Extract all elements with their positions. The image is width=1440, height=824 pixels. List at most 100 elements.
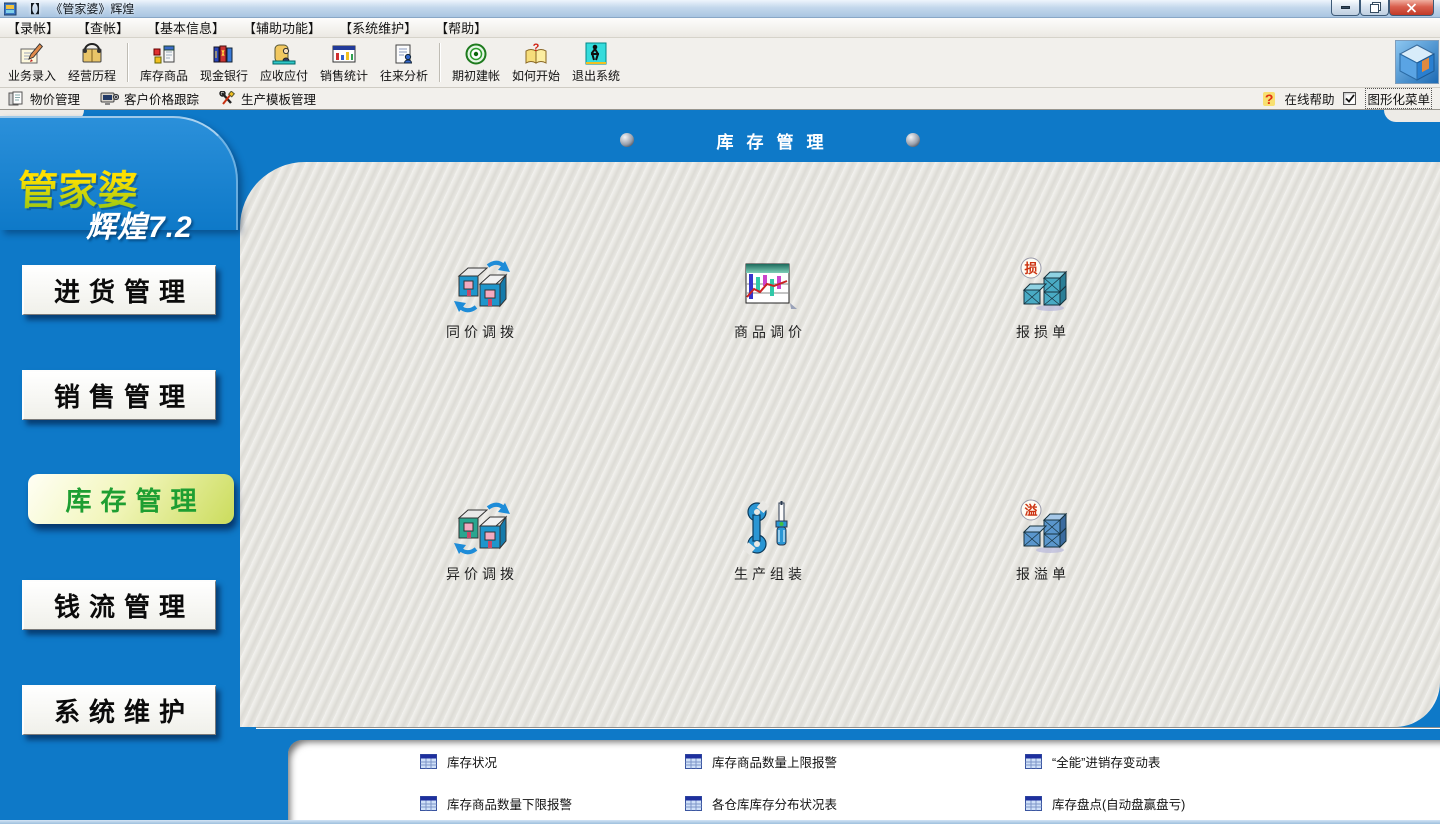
toolbar-how-to-start[interactable]: ? 如何开始 xyxy=(506,39,566,86)
receivable-payable-icon xyxy=(271,42,297,66)
link-warehouse-distribution[interactable]: 各仓库库存分布状况表 xyxy=(685,794,1025,813)
tile-diff-price-transfer[interactable]: 异价调拨 xyxy=(407,499,557,584)
menu-item-sysmaint[interactable]: 【系统维护】 xyxy=(337,17,419,38)
toolbar-exit-system[interactable]: 退出系统 xyxy=(566,39,626,86)
menu-item-query[interactable]: 【查帐】 xyxy=(75,17,131,38)
titlebar: 【】 《管家婆》辉煌 xyxy=(0,0,1440,18)
corner-decoration xyxy=(1384,110,1440,122)
sidebar-item-label: 进货管理 xyxy=(54,272,194,309)
toolbar-button-label: 库存商品 xyxy=(140,67,188,84)
svg-text:损: 损 xyxy=(1024,261,1037,276)
link-label: 库存盘点(自动盘赢盘亏) xyxy=(1052,794,1185,813)
tile-overflow-report[interactable]: 溢 报溢单 xyxy=(968,499,1118,584)
link-lower-limit-alert[interactable]: 库存商品数量下限报警 xyxy=(420,794,685,813)
menubar: 【录帐】 【查帐】 【基本信息】 【辅助功能】 【系统维护】 【帮助】 xyxy=(0,18,1440,38)
diff-price-transfer-icon xyxy=(453,499,511,557)
subtoolbar-price-management[interactable]: 物价管理 xyxy=(8,89,80,108)
ledger-book-icon xyxy=(79,42,105,66)
tile-same-price-transfer[interactable]: 同价调拨 xyxy=(407,257,557,342)
tile-assembly[interactable]: 生产组装 xyxy=(695,499,845,584)
report-links: 库存状况 库存商品数量上限报警 “全能”进销存变动表 库存商品数量下限报警 各仓… xyxy=(288,740,1440,813)
sales-chart-icon xyxy=(331,42,357,66)
toolbar-business-history[interactable]: 经营历程 xyxy=(62,39,122,86)
same-price-transfer-icon xyxy=(453,257,511,315)
menu-item-aux[interactable]: 【辅助功能】 xyxy=(241,17,323,38)
toolbar-stock-goods[interactable]: 库存商品 xyxy=(134,39,194,86)
restore-button[interactable] xyxy=(1360,0,1389,16)
graphic-menu-label[interactable]: 图形化菜单 xyxy=(1365,88,1432,109)
menu-item-help[interactable]: 【帮助】 xyxy=(433,17,489,38)
sidebar-item-inventory[interactable]: 库存管理 xyxy=(28,474,234,524)
sidebar-item-sales[interactable]: 销售管理 xyxy=(22,370,216,420)
toolbar-cash-bank[interactable]: 现金银行 xyxy=(194,39,254,86)
tile-label: 报溢单 xyxy=(968,564,1118,584)
tile-loss-report[interactable]: 损 报损单 xyxy=(968,257,1118,342)
link-label: 库存商品数量上限报警 xyxy=(712,752,837,771)
table-icon xyxy=(1025,796,1042,811)
tile-label: 报损单 xyxy=(968,322,1118,342)
brand-cube-logo xyxy=(1395,40,1439,84)
svg-text:溢: 溢 xyxy=(1024,503,1037,518)
initial-account-icon xyxy=(463,42,489,66)
window-controls xyxy=(1331,0,1434,16)
toolbar-button-label: 经营历程 xyxy=(68,67,116,84)
toolbar-sales-stats[interactable]: 销售统计 xyxy=(314,39,374,86)
goods-reprice-icon xyxy=(741,257,799,315)
tile-label: 异价调拨 xyxy=(407,564,557,584)
toolbar-contacts-analysis[interactable]: 往来分析 xyxy=(374,39,434,86)
sidebar-item-purchase[interactable]: 进货管理 xyxy=(22,265,216,315)
subtoolbar-item-label: 生产模板管理 xyxy=(241,89,316,108)
toolbar-button-label: 如何开始 xyxy=(512,67,560,84)
customer-price-icon xyxy=(100,91,119,107)
minimize-icon xyxy=(1341,6,1350,9)
tile-label: 商品调价 xyxy=(695,322,845,342)
sidebar-item-system-maintenance[interactable]: 系统维护 xyxy=(22,685,216,735)
link-stocktaking[interactable]: 库存盘点(自动盘赢盘亏) xyxy=(1025,794,1440,813)
contacts-analysis-icon xyxy=(391,42,417,66)
assembly-tools-icon xyxy=(741,499,799,557)
main-area: 库存管理 同价调拨 xyxy=(0,110,1440,820)
app-icon xyxy=(4,2,18,16)
close-button[interactable] xyxy=(1389,0,1434,16)
sidebar-item-cashflow[interactable]: 钱流管理 xyxy=(22,580,216,630)
toolbar-initial-account[interactable]: 期初建帐 xyxy=(446,39,506,86)
close-icon xyxy=(1406,3,1417,13)
sphere-icon xyxy=(906,133,920,147)
table-icon xyxy=(685,754,702,769)
tile-goods-reprice[interactable]: 商品调价 xyxy=(695,257,845,342)
toolbar-business-entry[interactable]: 业务录入 xyxy=(2,39,62,86)
table-icon xyxy=(1025,754,1042,769)
overflow-report-icon: 溢 xyxy=(1014,499,1072,557)
toolbar-button-label: 应收应付 xyxy=(260,67,308,84)
toolbar-button-label: 业务录入 xyxy=(8,67,56,84)
link-label: 各仓库库存分布状况表 xyxy=(712,794,837,813)
window-bottom-frame xyxy=(0,820,1440,824)
toolbar-button-label: 往来分析 xyxy=(380,67,428,84)
toolbar-button-label: 期初建帐 xyxy=(452,67,500,84)
menu-item-record[interactable]: 【录帐】 xyxy=(5,17,61,38)
menu-item-basic-info[interactable]: 【基本信息】 xyxy=(145,17,227,38)
toolbar: 业务录入 经营历程 库存商品 现金银行 应收应付 销售统计 往来分析 xyxy=(0,38,1440,88)
restore-icon xyxy=(1370,4,1379,13)
minimize-button[interactable] xyxy=(1331,0,1360,16)
sphere-icon xyxy=(620,133,634,147)
tile-label: 同价调拨 xyxy=(407,322,557,342)
table-icon xyxy=(420,754,437,769)
subtoolbar-template-management[interactable]: 生产模板管理 xyxy=(219,89,316,108)
toolbar-separator xyxy=(439,43,441,82)
footer-panel: 库存状况 库存商品数量上限报警 “全能”进销存变动表 库存商品数量下限报警 各仓… xyxy=(288,740,1440,820)
subtoolbar-customer-price-tracking[interactable]: 客户价格跟踪 xyxy=(100,89,199,108)
svg-text:?: ? xyxy=(533,42,540,54)
link-stock-status[interactable]: 库存状况 xyxy=(420,752,685,771)
toolbar-receivable-payable[interactable]: 应收应付 xyxy=(254,39,314,86)
check-icon xyxy=(1345,94,1355,103)
link-omnipotent-change-table[interactable]: “全能”进销存变动表 xyxy=(1025,752,1440,771)
link-label: “全能”进销存变动表 xyxy=(1052,752,1160,771)
link-upper-limit-alert[interactable]: 库存商品数量上限报警 xyxy=(685,752,1025,771)
subtoolbar-item-label: 客户价格跟踪 xyxy=(124,89,199,108)
graphic-menu-checkbox[interactable] xyxy=(1343,92,1356,105)
sidebar-item-label: 钱流管理 xyxy=(54,587,194,624)
online-help-label[interactable]: 在线帮助 xyxy=(1284,89,1334,108)
pen-writing-icon xyxy=(19,42,45,66)
price-docs-icon xyxy=(8,91,25,107)
